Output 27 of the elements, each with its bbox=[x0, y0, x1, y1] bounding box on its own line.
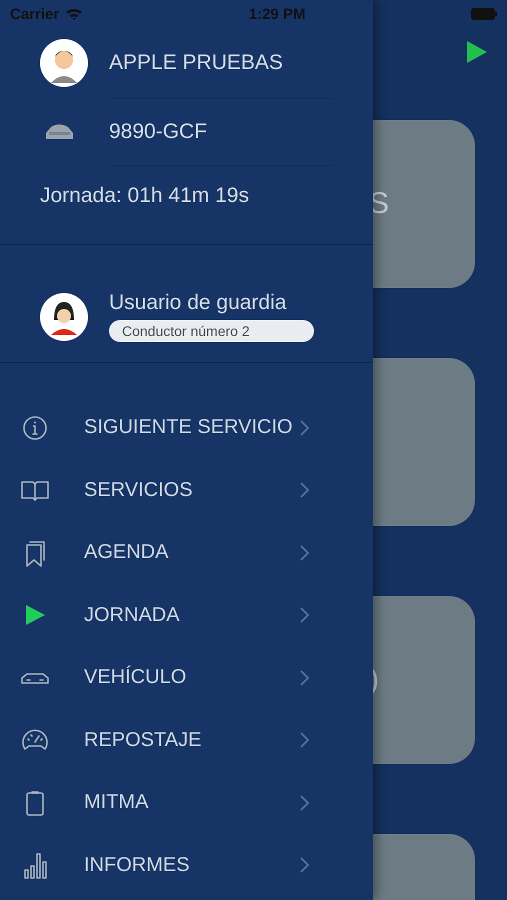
play-icon[interactable] bbox=[466, 40, 488, 64]
chevron-icon bbox=[299, 731, 311, 750]
chevron-icon bbox=[299, 668, 311, 687]
chevron-icon bbox=[299, 606, 311, 624]
menu-item[interactable]: INFORMES bbox=[0, 834, 373, 897]
menu-item[interactable]: AGENDA bbox=[0, 522, 373, 584]
carrier-label: Carrier bbox=[10, 6, 60, 22]
menu-item[interactable]: VEHÍCULO bbox=[0, 647, 373, 710]
driver-badge: Conductor número 2 bbox=[109, 320, 314, 342]
chevron-icon bbox=[299, 856, 311, 874]
chevron-icon bbox=[299, 794, 311, 812]
menu-item[interactable]: MITMA bbox=[0, 772, 373, 834]
menu-item[interactable]: REPOSTAJE bbox=[0, 710, 373, 772]
status-time: 1:29 PM bbox=[248, 6, 306, 22]
avatar bbox=[39, 38, 89, 88]
chevron-icon bbox=[299, 418, 311, 437]
menu-item[interactable]: SERVICIOS bbox=[0, 460, 373, 522]
vehicle-plate: 9890-GCF bbox=[109, 120, 208, 144]
chevron-icon bbox=[299, 544, 311, 562]
battery-icon bbox=[471, 8, 497, 20]
on-call-user-name: Usuario de guardia bbox=[109, 291, 288, 315]
menu-item[interactable]: JORNADA bbox=[0, 584, 373, 647]
wifi-icon bbox=[65, 8, 84, 20]
shift-duration: Jornada: 01h 41m 19s bbox=[40, 184, 249, 208]
user-name: APPLE PRUEBAS bbox=[109, 51, 283, 75]
avatar bbox=[39, 292, 89, 342]
chevron-icon bbox=[299, 481, 311, 500]
